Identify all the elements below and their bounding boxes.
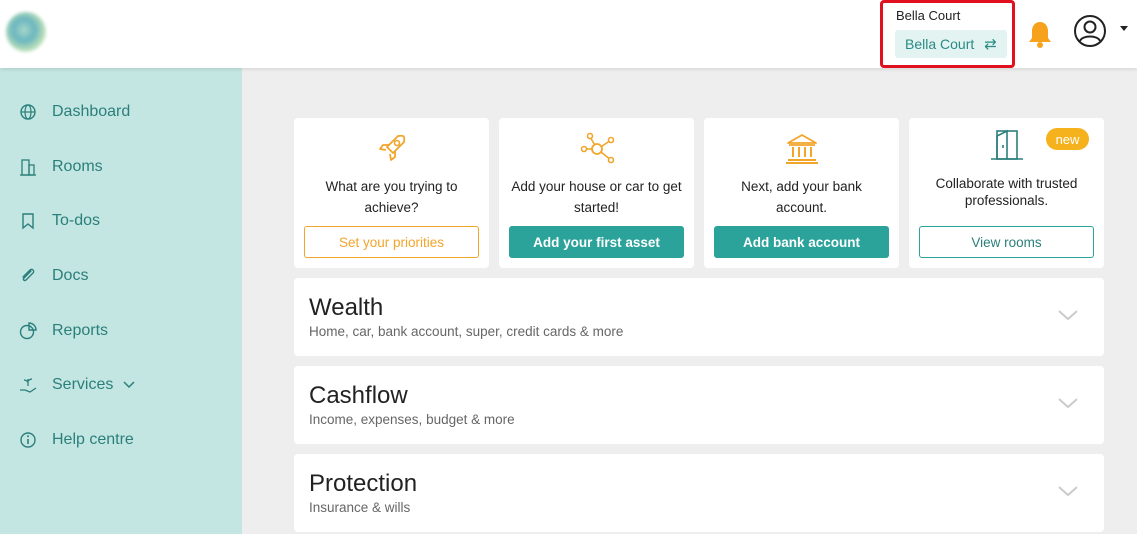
sidebar-item-dashboard[interactable]: Dashboard — [0, 92, 242, 132]
sidebar-item-todos[interactable]: To-dos — [0, 201, 242, 241]
sidebar-item-services[interactable]: Services — [0, 365, 242, 405]
section-cashflow[interactable]: Cashflow Income, expenses, budget & more — [294, 366, 1104, 444]
account-select-chip[interactable]: Bella Court ⇄ — [895, 30, 1007, 58]
network-icon — [580, 132, 614, 164]
logo[interactable] — [6, 12, 46, 52]
card-rooms: new Collaborate with trusted professiona… — [909, 118, 1104, 268]
chevron-down-icon[interactable] — [1057, 308, 1079, 322]
view-rooms-button[interactable]: View rooms — [919, 226, 1094, 258]
bell-icon[interactable] — [1027, 20, 1053, 48]
card-priorities: What are you trying to achieve? Set your… — [294, 118, 489, 268]
card-text: Next, add your bank account. — [741, 179, 862, 215]
sidebar-item-docs[interactable]: Docs — [0, 256, 242, 296]
section-title: Protection — [309, 470, 418, 497]
paperclip-icon — [22, 268, 35, 282]
sidebar-item-label: To-dos — [52, 212, 101, 229]
section-subtitle: Home, car, bank account, super, credit c… — [309, 324, 624, 339]
sidebar-item-label: Services — [52, 376, 114, 393]
globe-icon — [20, 104, 36, 120]
sidebar-item-label: Dashboard — [52, 103, 131, 120]
account-selected-label: Bella Court — [905, 36, 975, 52]
building-icon — [20, 159, 36, 176]
top-bar: Bella Court Bella Court ⇄ — [0, 0, 1137, 68]
sidebar-item-label: Docs — [52, 267, 89, 284]
sidebar-item-label: Help centre — [52, 431, 134, 448]
pie-chart-icon — [19, 322, 37, 340]
section-subtitle: Insurance & wills — [309, 500, 411, 515]
section-subtitle: Income, expenses, budget & more — [309, 412, 515, 427]
swap-icon[interactable]: ⇄ — [984, 35, 997, 53]
account-title: Bella Court — [896, 8, 961, 23]
set-priorities-button[interactable]: Set your priorities — [304, 226, 479, 258]
account-switcher[interactable]: Bella Court Bella Court ⇄ — [880, 0, 1015, 68]
card-text: What are you trying to achieve? — [325, 179, 458, 215]
add-first-asset-button[interactable]: Add your first asset — [509, 226, 684, 258]
chevron-down-icon[interactable] — [122, 378, 136, 392]
sidebar: Dashboard Rooms To-dos Docs Reports Serv… — [0, 68, 242, 534]
sidebar-item-label: Rooms — [52, 158, 103, 175]
card-text: Collaborate with trusted professionals. — [935, 176, 1078, 208]
section-wealth[interactable]: Wealth Home, car, bank account, super, c… — [294, 278, 1104, 356]
chevron-down-icon[interactable] — [1057, 484, 1079, 498]
sidebar-item-label: Reports — [52, 322, 109, 339]
user-avatar-icon[interactable] — [1073, 14, 1107, 48]
bank-icon — [785, 134, 818, 164]
sidebar-item-help-centre[interactable]: Help centre — [0, 420, 242, 460]
caret-down-icon[interactable] — [1120, 26, 1128, 31]
sidebar-item-reports[interactable]: Reports — [0, 311, 242, 351]
section-title: Wealth — [309, 294, 384, 321]
bookmark-icon — [22, 213, 34, 230]
card-bank-account: Next, add your bank account. Add bank ac… — [704, 118, 899, 268]
hand-plant-icon — [20, 378, 37, 393]
rocket-icon — [378, 134, 405, 161]
new-badge: new — [1046, 128, 1089, 150]
card-first-asset: Add your house or car to get started! Ad… — [499, 118, 694, 268]
add-bank-account-button[interactable]: Add bank account — [714, 226, 889, 258]
chevron-down-icon[interactable] — [1057, 396, 1079, 410]
section-title: Cashflow — [309, 382, 408, 409]
sidebar-item-rooms[interactable]: Rooms — [0, 147, 242, 187]
section-protection[interactable]: Protection Insurance & wills — [294, 454, 1104, 532]
info-icon — [20, 432, 36, 448]
door-icon — [990, 129, 1023, 160]
card-text: Add your house or car to get started! — [511, 179, 682, 215]
